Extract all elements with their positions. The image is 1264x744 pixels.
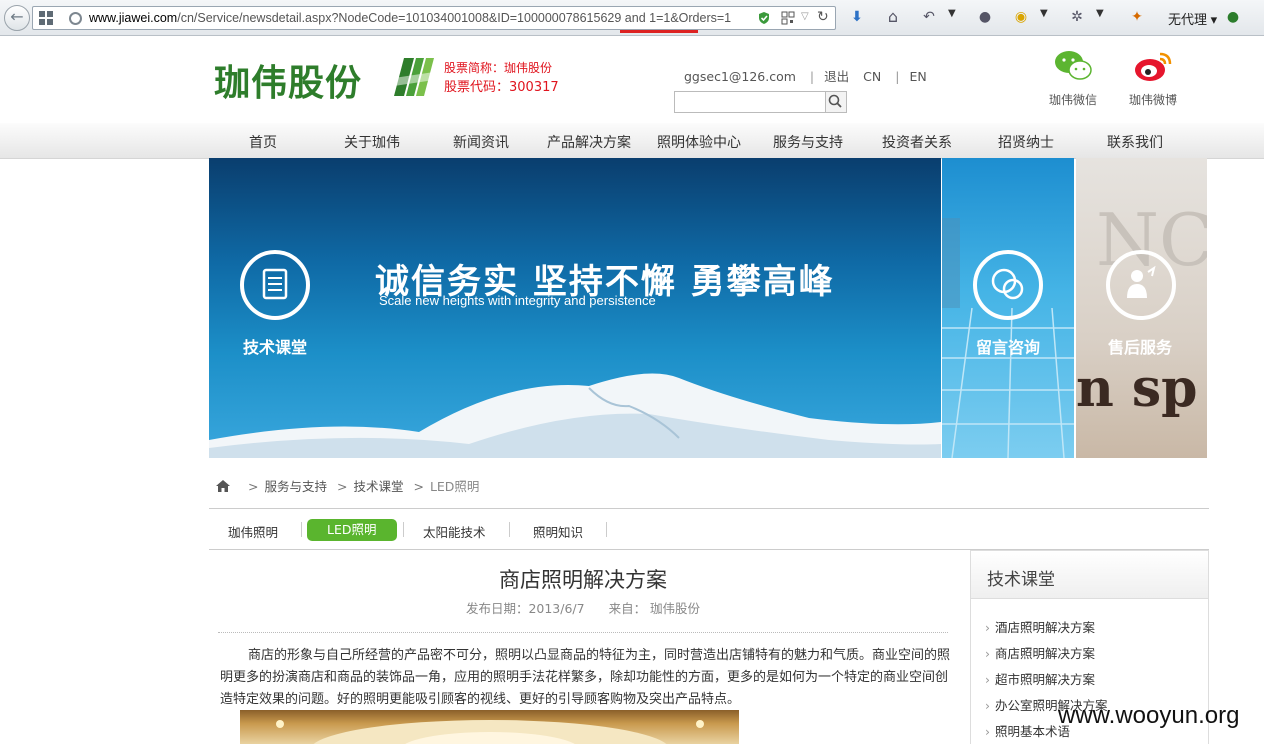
weibo-link[interactable]: 珈伟微博 [1123, 48, 1183, 108]
shield-check-icon[interactable] [757, 11, 771, 25]
tab-separator [606, 522, 607, 537]
stock-info: 股票简称：珈伟股份 股票代码：300317 [444, 58, 559, 98]
watermark-text: www.wooyun.org [1058, 702, 1240, 729]
breadcrumb-tech[interactable]: 技术课堂 [353, 479, 403, 494]
sidebar-item-shop[interactable]: 商店照明解决方案 [985, 643, 1095, 662]
site-search-input[interactable] [674, 91, 826, 113]
divider [209, 508, 1209, 509]
qr-code-icon[interactable] [781, 11, 795, 25]
sidebar-item-supermarket[interactable]: 超市照明解决方案 [985, 669, 1095, 688]
undo-icon[interactable]: ↶ [920, 8, 938, 26]
search-button[interactable] [825, 91, 847, 113]
home-icon[interactable]: ⌂ [884, 8, 902, 26]
breadcrumb-service[interactable]: 服务与支持 [264, 479, 327, 494]
menu-item-solutions[interactable]: 产品解决方案 [547, 132, 631, 152]
banner-consult[interactable]: 留言咨询 [942, 158, 1074, 458]
stock-name: 股票简称：珈伟股份 [444, 61, 553, 75]
logo-mark-icon[interactable] [394, 58, 434, 96]
back-arrow-icon[interactable]: ← [4, 5, 30, 31]
browser-toolbar: ← www.jiawei.com/cn/Service/newsdetail.a… [0, 0, 1264, 36]
tab-solar-tech[interactable]: 太阳能技术 [423, 522, 486, 541]
menu-item-careers[interactable]: 招贤纳士 [998, 132, 1054, 152]
menu-item-contact[interactable]: 联系我们 [1107, 132, 1163, 152]
article-image [240, 710, 739, 744]
status-globe-icon[interactable]: ● [1224, 8, 1242, 26]
menu-item-home[interactable]: 首页 [249, 132, 277, 152]
address-bar[interactable]: www.jiawei.com/cn/Service/newsdetail.asp… [32, 6, 836, 30]
tab-separator [301, 522, 302, 537]
url-text[interactable]: www.jiawei.com/cn/Service/newsdetail.asp… [89, 11, 785, 25]
banner-label-aftersales[interactable]: 售后服务 [1108, 334, 1172, 358]
article-divider [218, 632, 948, 633]
wechat-icon [1055, 51, 1092, 80]
header-links: ggsec1@126.com | 退出 CN | EN [684, 69, 927, 84]
banner-mountains [209, 373, 941, 458]
banner-label-tech[interactable]: 技术课堂 [243, 334, 307, 358]
menu-item-investors[interactable]: 投资者关系 [882, 132, 952, 152]
weibo-icon [1135, 52, 1172, 81]
extension-icon[interactable]: ✦ [1128, 8, 1146, 26]
menu-item-news[interactable]: 新闻资讯 [453, 132, 509, 152]
article-body: 商店的形象与自己所经营的产品密不可分，照明以凸显商品的特征为主，同时营造出店铺特… [220, 648, 951, 707]
banner-label-consult[interactable]: 留言咨询 [976, 334, 1040, 358]
chat-bubble-icon[interactable]: ● [976, 8, 994, 26]
chevron-down-icon[interactable]: ▽ [801, 11, 809, 22]
article-title: 商店照明解决方案 [499, 568, 667, 592]
chat-circle-icon [973, 250, 1043, 320]
url-highlight-underline [620, 30, 698, 33]
article-meta: 发布日期：2013/6/7 来自： 珈伟股份 [218, 598, 948, 617]
newspaper-decoration: n sp [1076, 358, 1198, 419]
sidebar-title: 技术课堂 [971, 551, 1208, 599]
bug-icon[interactable]: ✲ [1068, 8, 1086, 26]
globe-icon [69, 12, 82, 25]
banner-aftersales[interactable]: NC n sp 售后服务 [1076, 158, 1207, 458]
tab-lighting-knowledge[interactable]: 照明知识 [533, 522, 583, 541]
chevron-down-icon[interactable]: ▼ [1040, 8, 1048, 19]
reload-icon[interactable]: ↻ [817, 9, 829, 25]
tab-separator [509, 522, 510, 537]
support-person-circle-icon [1106, 250, 1176, 320]
weibo-icon[interactable]: ◉ [1012, 8, 1030, 26]
tab-separator [403, 522, 404, 537]
menu-item-about[interactable]: 关于珈伟 [344, 132, 400, 152]
home-icon[interactable] [216, 480, 230, 492]
wechat-label: 珈伟微信 [1048, 93, 1097, 107]
breadcrumb-current: LED照明 [429, 479, 480, 494]
proxy-dropdown[interactable]: 无代理 ▾ [1168, 9, 1217, 28]
download-icon[interactable]: ⬇ [848, 8, 866, 26]
user-email[interactable]: ggsec1@126.com [684, 69, 796, 84]
apps-grid-icon[interactable] [39, 11, 53, 25]
chevron-down-icon[interactable]: ▼ [948, 8, 956, 19]
main-menu: 首页 关于珈伟 新闻资讯 产品解决方案 照明体验中心 服务与支持 投资者关系 招… [0, 123, 1264, 159]
chevron-down-icon[interactable]: ▼ [1096, 8, 1104, 19]
notebook-circle-icon [240, 250, 310, 320]
lang-cn-link[interactable]: CN [863, 69, 881, 84]
article-source: 来自： 珈伟股份 [608, 601, 701, 616]
menu-item-experience[interactable]: 照明体验中心 [657, 132, 741, 152]
menu-item-service[interactable]: 服务与支持 [773, 132, 843, 152]
lang-en-link[interactable]: EN [909, 69, 926, 84]
breadcrumb: > 服务与支持 > 技术课堂 > LED照明 [216, 476, 479, 495]
tab-jiawei-lighting[interactable]: 珈伟照明 [228, 522, 278, 541]
site-logo-text[interactable]: 珈伟股份 [214, 54, 362, 106]
sidebar-item-hotel[interactable]: 酒店照明解决方案 [985, 617, 1095, 636]
article-date: 发布日期：2013/6/7 [465, 601, 585, 616]
search-icon [828, 94, 842, 108]
weibo-label: 珈伟微博 [1128, 93, 1177, 107]
banner-slogan-en: Scale new heights with integrity and per… [379, 293, 656, 308]
stock-code: 股票代码：300317 [444, 80, 559, 95]
banner-main[interactable]: 技术课堂 诚信务实 坚持不懈 勇攀高峰 Scale new heights wi… [209, 158, 941, 458]
wechat-link[interactable]: 珈伟微信 [1043, 48, 1103, 108]
logout-link[interactable]: 退出 [824, 69, 849, 84]
tab-led-lighting[interactable]: LED照明 [307, 519, 397, 541]
